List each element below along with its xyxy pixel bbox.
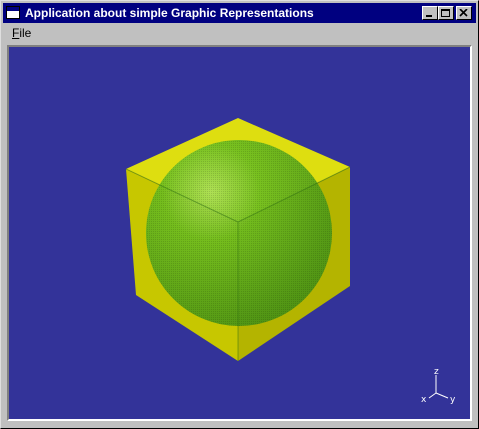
maximize-button[interactable] — [438, 6, 454, 20]
axis-z-label: z — [434, 367, 439, 377]
axis-x-label: x — [421, 395, 427, 405]
menu-bar: File — [3, 24, 476, 42]
3d-viewport[interactable]: z x y — [9, 47, 470, 419]
window-title: Application about simple Graphic Represe… — [25, 6, 314, 20]
window-controls — [422, 6, 472, 20]
close-icon — [459, 9, 468, 17]
minimize-icon — [426, 15, 432, 17]
menu-file-rest: ile — [19, 26, 32, 40]
maximize-icon — [441, 9, 450, 17]
axis-y-label: y — [450, 395, 456, 405]
app-window-icon[interactable] — [6, 6, 20, 19]
menu-file[interactable]: File — [10, 25, 33, 41]
scene-canvas: z x y — [125, 118, 456, 405]
axis-triad-icon — [428, 375, 449, 399]
application-window: Application about simple Graphic Represe… — [0, 0, 479, 429]
sphere-dither — [146, 140, 332, 326]
title-bar[interactable]: Application about simple Graphic Represe… — [3, 3, 476, 23]
minimize-button[interactable] — [422, 6, 438, 20]
viewport-frame: z x y — [7, 45, 472, 421]
close-button[interactable] — [456, 6, 472, 20]
